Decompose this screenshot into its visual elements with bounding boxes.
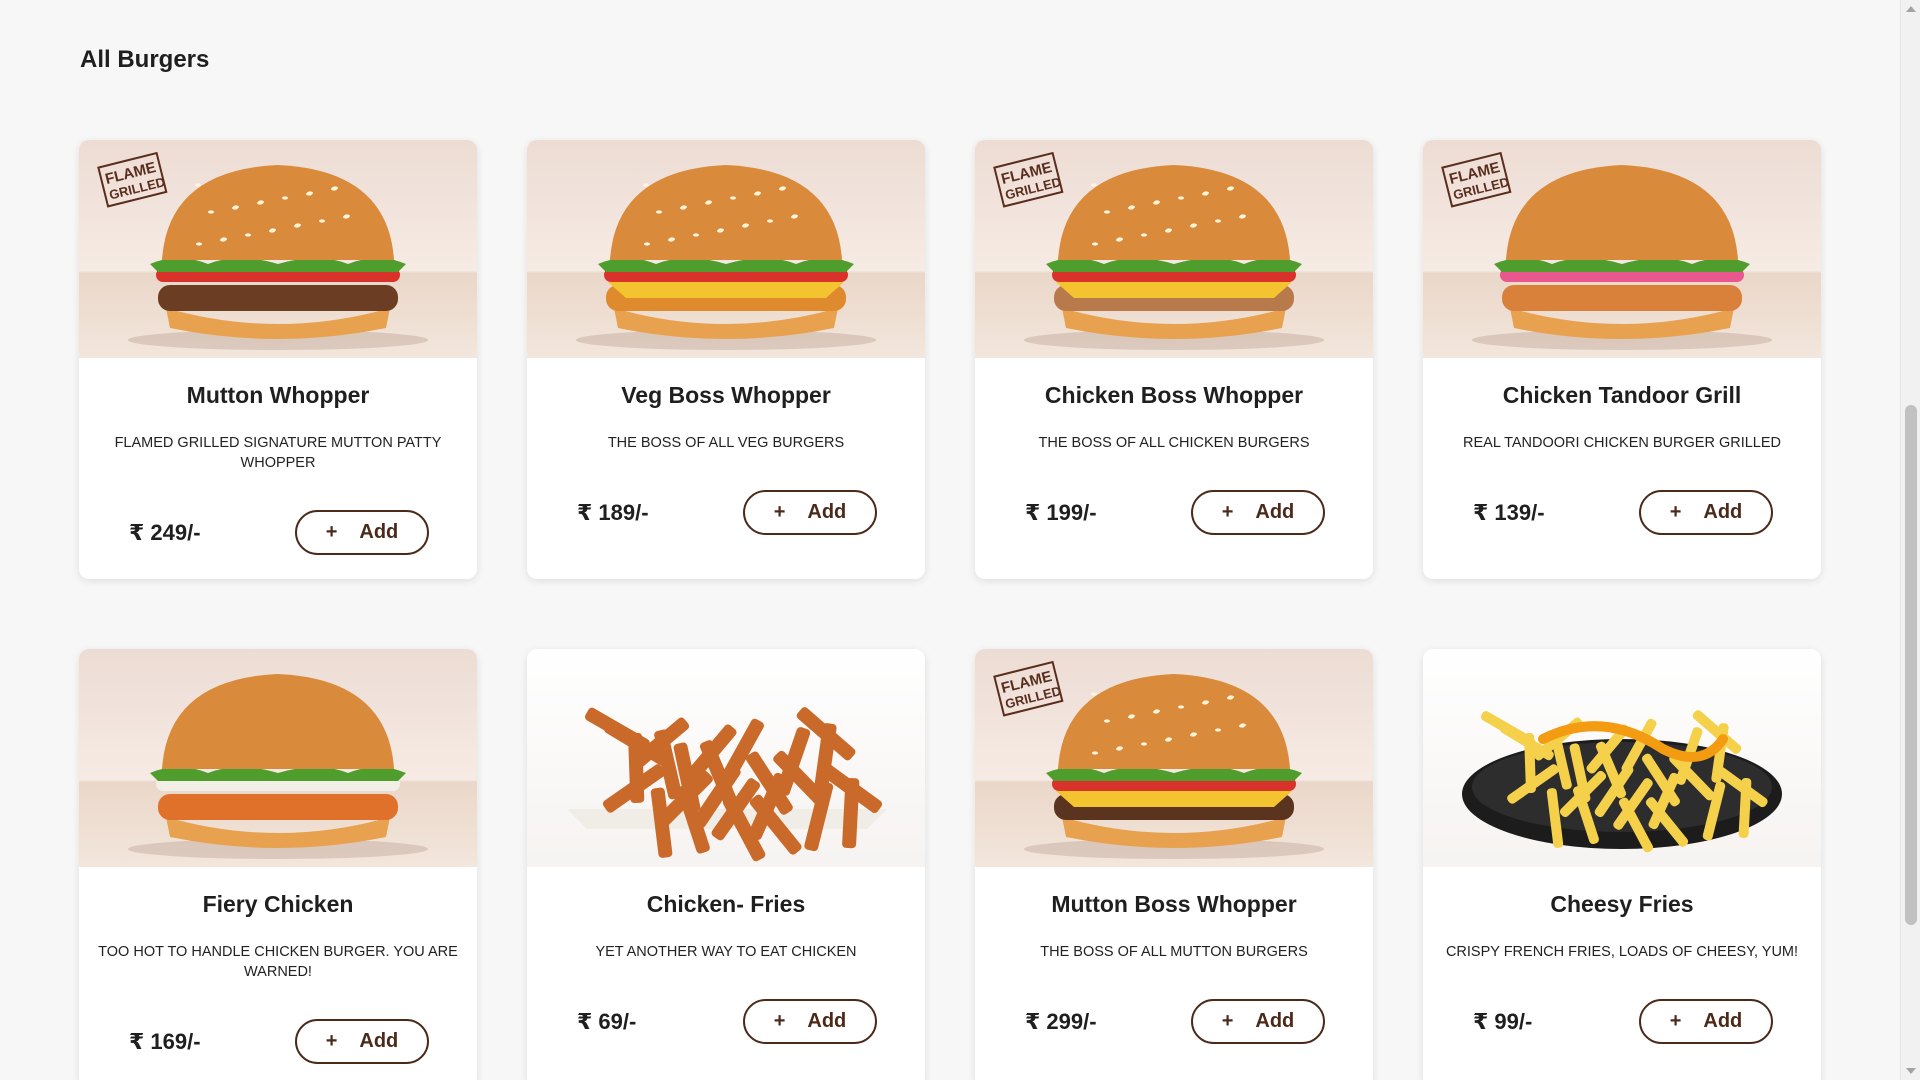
scrollbar-thumb[interactable]: [1905, 405, 1917, 925]
vertical-scrollbar[interactable]: [1900, 0, 1920, 1080]
add-button-label: Add: [359, 521, 399, 543]
product-description: CRISPY FRENCH FRIES, LOADS OF CHEESY, YU…: [1445, 944, 1799, 960]
burger-fiery-icon: [128, 674, 428, 859]
burger-veg-icon: [576, 165, 876, 350]
add-to-cart-button[interactable]: + Add: [743, 999, 877, 1044]
section-title: All Burgers: [80, 46, 210, 73]
plus-icon: +: [1221, 501, 1234, 523]
plus-icon: +: [1669, 501, 1682, 523]
product-image: [79, 649, 477, 867]
add-button-label: Add: [807, 1010, 847, 1032]
burger-chicken-icon: FLAMEGRILLED: [993, 151, 1324, 350]
product-image: [1423, 649, 1821, 867]
burger-tandoor-icon: FLAMEGRILLED: [1441, 151, 1772, 350]
product-price: ₹ 299/-: [1025, 1008, 1097, 1034]
product-description: YET ANOTHER WAY TO EAT CHICKEN: [595, 944, 857, 960]
product-image: FLAME GRILLED: [79, 140, 477, 358]
product-price: ₹ 169/-: [129, 1028, 201, 1054]
product-price: ₹ 249/-: [129, 519, 201, 545]
product-price: ₹ 189/-: [577, 499, 649, 525]
product-footer: ₹ 99/- + Add: [1423, 999, 1821, 1044]
product-image: FLAME GRILLED: [1423, 140, 1821, 358]
product-footer: ₹ 169/- + Add: [79, 1019, 477, 1064]
scroll-down-icon[interactable]: [1906, 1068, 1916, 1074]
menu-page: All Burgers FLAME GRILLED Mutton Whopper …: [0, 0, 1900, 1080]
scroll-up-icon[interactable]: [1906, 6, 1916, 12]
product-price: ₹ 69/-: [577, 1008, 637, 1034]
plus-icon: +: [325, 1030, 338, 1052]
product-price: ₹ 99/-: [1473, 1008, 1533, 1034]
add-to-cart-button[interactable]: + Add: [1639, 490, 1773, 535]
add-to-cart-button[interactable]: + Add: [743, 490, 877, 535]
product-card[interactable]: Fiery Chicken TOO HOT TO HANDLE CHICKEN …: [79, 649, 477, 1080]
product-description: FLAMED GRILLED SIGNATURE MUTTON PATTY WH…: [114, 435, 442, 471]
product-grid: FLAME GRILLED Mutton Whopper FLAMED GRILL…: [79, 140, 1821, 1080]
product-name: Chicken Tandoor Grill: [1502, 382, 1742, 408]
product-card[interactable]: FLAME GRILLED Mutton Boss Whopper THE BOS…: [975, 649, 1373, 1080]
product-description: TOO HOT TO HANDLE CHICKEN BURGER. YOU AR…: [98, 944, 458, 980]
add-button-label: Add: [1703, 501, 1743, 523]
product-description: REAL TANDOORI CHICKEN BURGER GRILLED: [1463, 435, 1781, 451]
add-button-label: Add: [807, 501, 847, 523]
product-name: Mutton Whopper: [186, 382, 370, 408]
product-name: Chicken Boss Whopper: [1044, 382, 1304, 408]
product-footer: ₹ 69/- + Add: [527, 999, 925, 1044]
product-price: ₹ 139/-: [1473, 499, 1545, 525]
product-card[interactable]: Cheesy Fries CRISPY FRENCH FRIES, LOADS …: [1423, 649, 1821, 1080]
plus-icon: +: [773, 1010, 786, 1032]
product-image: FLAME GRILLED: [975, 649, 1373, 867]
plus-icon: +: [325, 521, 338, 543]
product-name: Veg Boss Whopper: [621, 382, 831, 408]
product-card[interactable]: FLAME GRILLED Mutton Whopper FLAMED GRILL…: [79, 140, 477, 579]
add-button-label: Add: [1255, 501, 1295, 523]
product-image: [527, 649, 925, 867]
add-to-cart-button[interactable]: + Add: [295, 1019, 429, 1064]
product-footer: ₹ 139/- + Add: [1423, 490, 1821, 535]
product-description: THE BOSS OF ALL CHICKEN BURGERS: [1038, 435, 1310, 451]
product-description: THE BOSS OF ALL MUTTON BURGERS: [1040, 944, 1308, 960]
product-name: Cheesy Fries: [1550, 891, 1694, 917]
product-card[interactable]: Chicken- Fries YET ANOTHER WAY TO EAT CH…: [527, 649, 925, 1080]
product-footer: ₹ 189/- + Add: [527, 490, 925, 535]
plus-icon: +: [1669, 1010, 1682, 1032]
chicken-fries-icon: [567, 707, 887, 862]
product-image: [527, 140, 925, 358]
add-button-label: Add: [1703, 1010, 1743, 1032]
product-card[interactable]: FLAME GRILLED Chicken Tandoor Grill REAL …: [1423, 140, 1821, 579]
cheesy-fries-icon: [1462, 710, 1782, 853]
add-to-cart-button[interactable]: + Add: [1191, 999, 1325, 1044]
product-card[interactable]: Veg Boss Whopper THE BOSS OF ALL VEG BUR…: [527, 140, 925, 579]
product-card[interactable]: FLAME GRILLED Chicken Boss Whopper THE BO…: [975, 140, 1373, 579]
product-name: Chicken- Fries: [646, 891, 806, 917]
product-image: FLAME GRILLED: [975, 140, 1373, 358]
burger-mutton-icon: FLAMEGRILLED: [97, 151, 428, 350]
product-description: THE BOSS OF ALL VEG BURGERS: [607, 435, 845, 451]
product-name: Mutton Boss Whopper: [1051, 891, 1297, 917]
product-footer: ₹ 199/- + Add: [975, 490, 1373, 535]
add-button-label: Add: [359, 1030, 399, 1052]
add-button-label: Add: [1255, 1010, 1295, 1032]
add-to-cart-button[interactable]: + Add: [295, 510, 429, 555]
add-to-cart-button[interactable]: + Add: [1639, 999, 1773, 1044]
plus-icon: +: [1221, 1010, 1234, 1032]
product-footer: ₹ 249/- + Add: [79, 510, 477, 555]
product-footer: ₹ 299/- + Add: [975, 999, 1373, 1044]
product-price: ₹ 199/-: [1025, 499, 1097, 525]
burger-mutton-boss-icon: FLAMEGRILLED: [993, 660, 1324, 859]
add-to-cart-button[interactable]: + Add: [1191, 490, 1325, 535]
plus-icon: +: [773, 501, 786, 523]
product-name: Fiery Chicken: [202, 891, 354, 917]
